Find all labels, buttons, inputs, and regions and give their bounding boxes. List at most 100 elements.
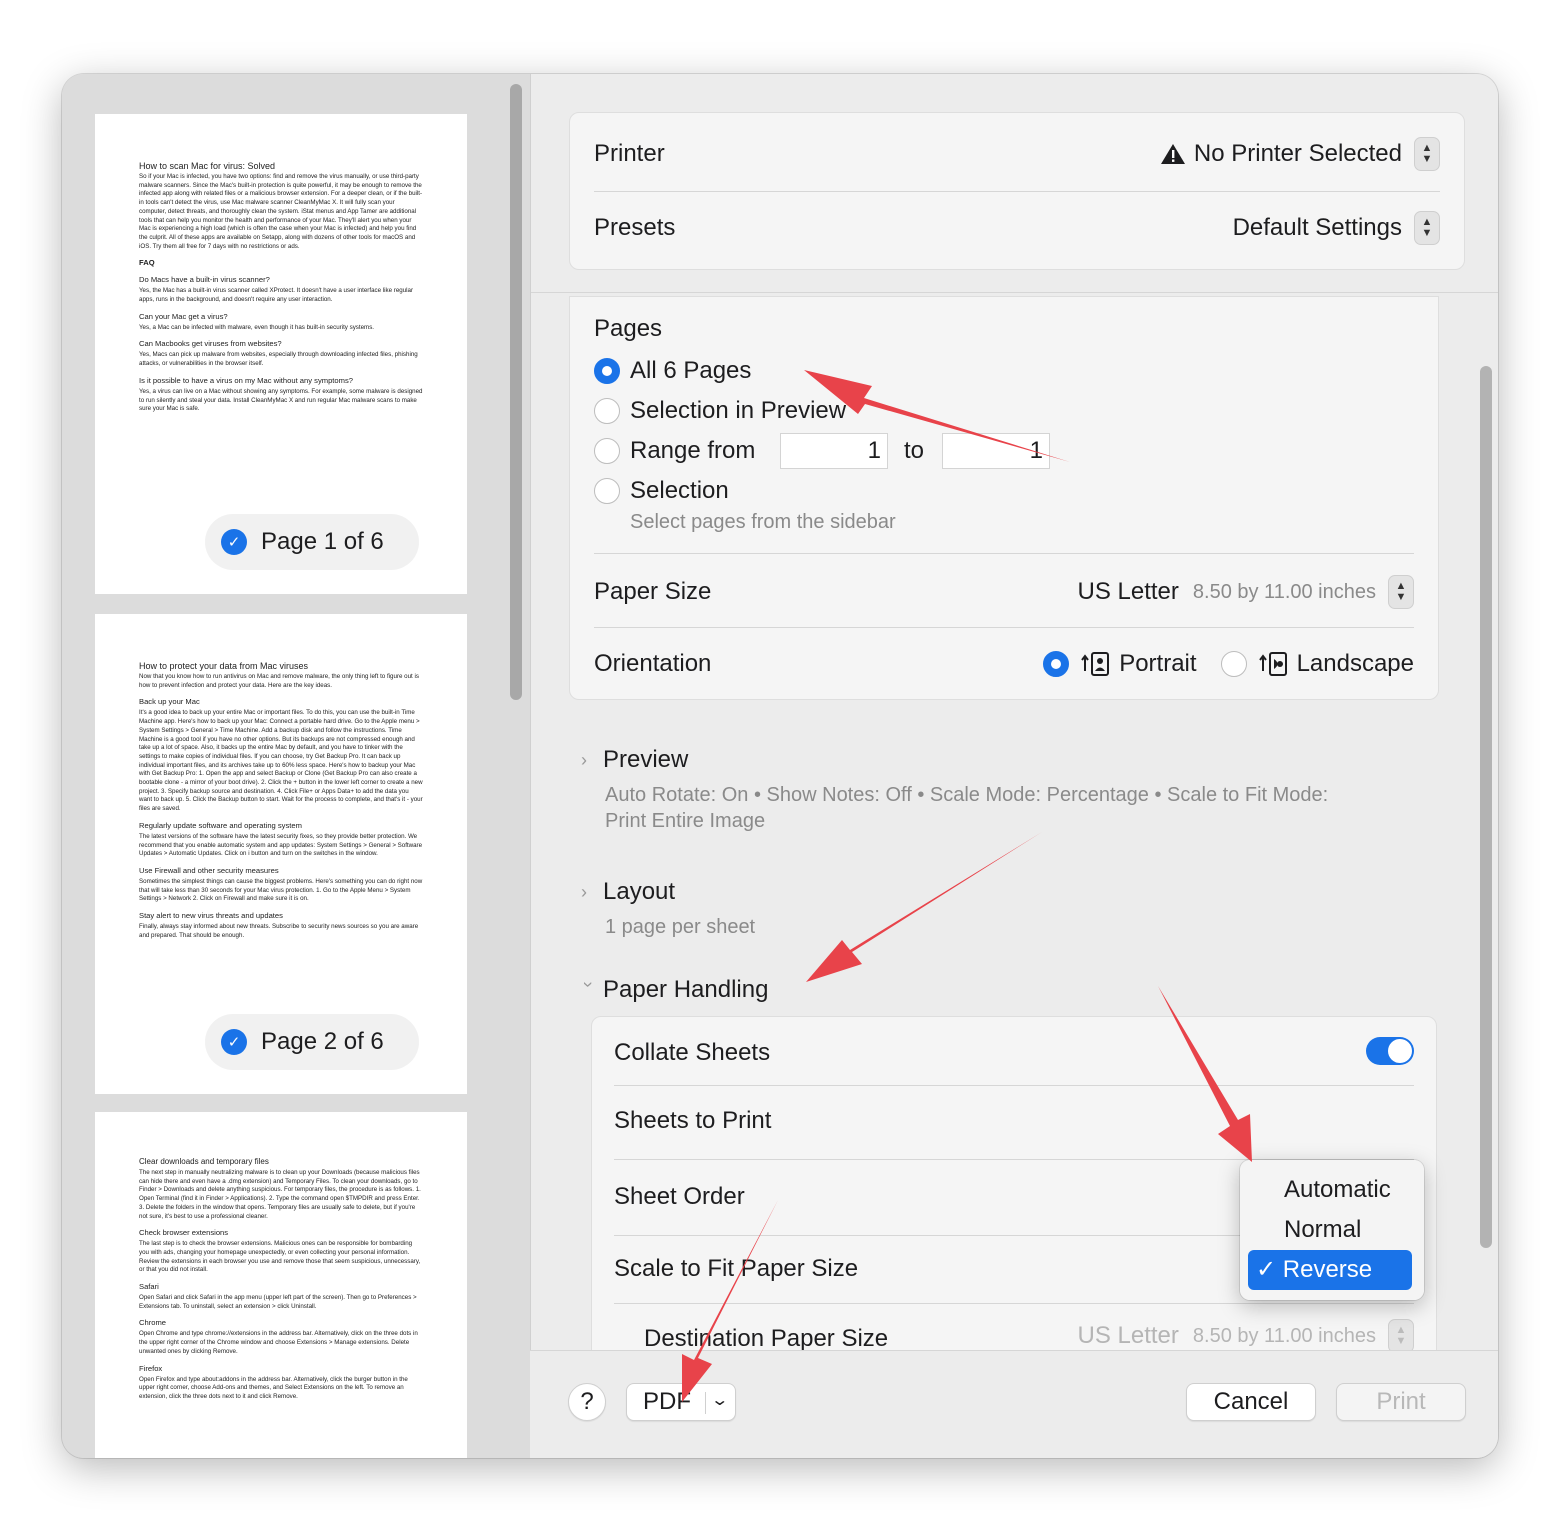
chevron-right-icon: › <box>581 881 587 902</box>
menu-item-reverse-label: Reverse <box>1282 1256 1373 1283</box>
thumb-paragraph: It's a good idea to back up your entire … <box>139 709 423 813</box>
checkmark-icon: ✓ <box>221 529 247 555</box>
destination-paper-size-label: Destination Paper Size <box>644 1325 889 1352</box>
page-badge[interactable]: ✓ Page 2 of 6 <box>205 1014 419 1070</box>
thumb-title: How to protect your data from Mac viruse… <box>139 661 309 671</box>
pages-card: Pages All 6 Pages Selection in Preview R… <box>569 296 1439 700</box>
thumb-heading: Back up your Mac <box>139 697 200 707</box>
divider <box>594 627 1414 628</box>
pdf-button-label: PDF <box>643 1388 691 1415</box>
selection-radio[interactable] <box>594 478 620 504</box>
cancel-button[interactable]: Cancel <box>1186 1383 1316 1421</box>
pdf-menu-button[interactable]: PDF ⌄ <box>626 1383 736 1421</box>
thumb-paragraph: Yes, a Mac can be infected with malware,… <box>139 323 375 331</box>
menu-item-reverse[interactable]: ✓ Reverse <box>1248 1250 1412 1290</box>
sheet-order-menu: Automatic Normal ✓ Reverse <box>1240 1160 1424 1300</box>
thumb-heading: Can your Mac get a virus? <box>139 311 228 321</box>
page-thumbnail-3[interactable]: Clear downloads and temporary files The … <box>95 1112 467 1458</box>
settings-scrollbar[interactable] <box>1480 366 1492 1248</box>
page-badge[interactable]: ✓ Page 1 of 6 <box>205 514 419 570</box>
all-pages-radio[interactable] <box>594 358 620 384</box>
range-end-input[interactable]: 1 <box>942 433 1050 469</box>
presets-label: Presets <box>594 214 676 241</box>
paper-size-dims: 8.50 by 11.00 inches <box>1192 580 1376 603</box>
range-start-input[interactable]: 1 <box>780 433 888 469</box>
range-from-label: Range from <box>630 437 756 464</box>
page-thumbnail-2[interactable]: How to protect your data from Mac viruse… <box>95 614 467 1094</box>
landscape-radio[interactable] <box>1220 651 1247 677</box>
presets-value: Default Settings <box>1232 214 1402 241</box>
chevron-down-icon: ⌄ <box>710 1392 730 1409</box>
preview-summary: Auto Rotate: On • Show Notes: Off • Scal… <box>605 784 1329 806</box>
thumb-heading: Firefox <box>139 1363 163 1373</box>
preview-label: Preview <box>603 746 689 773</box>
sheets-to-print-label: Sheets to Print <box>614 1107 772 1134</box>
thumb-paragraph: Sometimes the simplest things can cause … <box>139 877 423 903</box>
thumb-paragraph: Now that you know how to run antivirus o… <box>139 673 419 689</box>
all-pages-label[interactable]: All 6 Pages <box>630 357 751 385</box>
divider <box>531 292 1498 293</box>
printer-value: No Printer Selected <box>1193 140 1402 167</box>
thumb-heading: Chrome <box>139 1318 167 1328</box>
paper-size-select[interactable]: US Letter 8.50 by 11.00 inches ▲ ▼ <box>1077 575 1414 609</box>
paper-handling-label: Paper Handling <box>603 976 769 1003</box>
thumb-heading: Do Macs have a built-in virus scanner? <box>139 275 270 285</box>
help-button[interactable]: ? <box>568 1383 606 1421</box>
thumb-paragraph: The latest versions of the software have… <box>139 832 423 858</box>
divider <box>594 191 1440 192</box>
page-thumbnails-sidebar: How to scan Mac for virus: Solved So if … <box>62 74 530 1458</box>
printer-presets-card: Printer No Printer Selected ▲ ▼ Presets D… <box>569 112 1465 270</box>
printer-select[interactable]: No Printer Selected ▲ ▼ <box>1160 137 1440 171</box>
checkmark-icon: ✓ <box>221 1029 247 1055</box>
sidebar-scrollbar[interactable] <box>510 84 522 700</box>
portrait-label[interactable]: Portrait <box>1119 650 1196 678</box>
stepper-icon: ▲ ▼ <box>1414 137 1440 171</box>
collate-sheets-label: Collate Sheets <box>614 1039 771 1066</box>
dialog-footer: ? PDF ⌄ Cancel Print <box>530 1350 1498 1458</box>
layout-label: Layout <box>603 878 676 905</box>
selection-label[interactable]: Selection <box>630 477 729 505</box>
thumb-title: Clear downloads and temporary files <box>139 1157 269 1166</box>
paper-size-value: US Letter <box>1077 578 1179 605</box>
landscape-label[interactable]: Landscape <box>1297 650 1414 678</box>
thumb-paragraph: The next step in manually neutralizing m… <box>139 1169 421 1220</box>
divider <box>614 1085 1414 1086</box>
stepper-icon: ▲ ▼ <box>1388 1319 1414 1353</box>
print-button[interactable]: Print <box>1336 1383 1466 1421</box>
chevron-right-icon: › <box>581 749 587 770</box>
pages-label: Pages <box>594 315 663 342</box>
scale-to-fit-label: Scale to Fit Paper Size <box>614 1255 859 1282</box>
menu-item-automatic[interactable]: Automatic <box>1248 1170 1412 1210</box>
orientation-label: Orientation <box>594 650 712 677</box>
preview-summary-line2: Print Entire Image <box>605 810 766 832</box>
thumb-paragraph: Yes, a virus can live on a Mac without s… <box>139 387 423 413</box>
presets-select[interactable]: Default Settings ▲ ▼ <box>1233 211 1440 245</box>
layout-section-header[interactable]: › Layout <box>581 878 675 906</box>
page-thumbnail-1[interactable]: How to scan Mac for virus: Solved So if … <box>95 114 467 594</box>
thumb-paragraph: Open Firefox and type about:addons in th… <box>139 1375 408 1400</box>
paper-handling-section-header[interactable]: › Paper Handling <box>578 976 769 1004</box>
print-dialog: How to scan Mac for virus: Solved So if … <box>62 74 1498 1458</box>
range-radio[interactable] <box>594 438 620 464</box>
destination-paper-size-select[interactable]: US Letter 8.50 by 11.00 inches ▲ ▼ <box>1078 1319 1414 1353</box>
menu-item-normal[interactable]: Normal <box>1248 1210 1412 1250</box>
thumb-heading: Check browser extensions <box>139 1228 229 1238</box>
selection-in-preview-radio[interactable] <box>594 398 620 424</box>
chevron-down-icon: › <box>578 981 599 987</box>
selection-in-preview-label[interactable]: Selection in Preview <box>630 397 846 425</box>
thumb-heading: Regularly update software and operating … <box>139 820 302 830</box>
thumb-heading: Can Macbooks get viruses from websites? <box>139 339 282 349</box>
selection-hint: Select pages from the sidebar <box>630 511 896 533</box>
divider <box>594 553 1414 554</box>
thumb-paragraph: Yes, the Mac has a built-in virus scanne… <box>139 287 414 304</box>
collate-sheets-toggle[interactable] <box>1366 1037 1414 1065</box>
preview-section-header[interactable]: › Preview <box>581 746 688 774</box>
thumb-heading: Use Firewall and other security measures <box>139 865 279 875</box>
thumb-heading: Stay alert to new virus threats and upda… <box>139 911 283 921</box>
destination-dims: 8.50 by 11.00 inches <box>1192 1324 1376 1347</box>
portrait-radio[interactable] <box>1043 651 1070 677</box>
stepper-icon: ▲ ▼ <box>1414 211 1440 245</box>
thumb-paragraph: The last step is to check the browser ex… <box>139 1240 421 1274</box>
printer-label: Printer <box>594 140 665 167</box>
landscape-icon <box>1258 652 1287 676</box>
